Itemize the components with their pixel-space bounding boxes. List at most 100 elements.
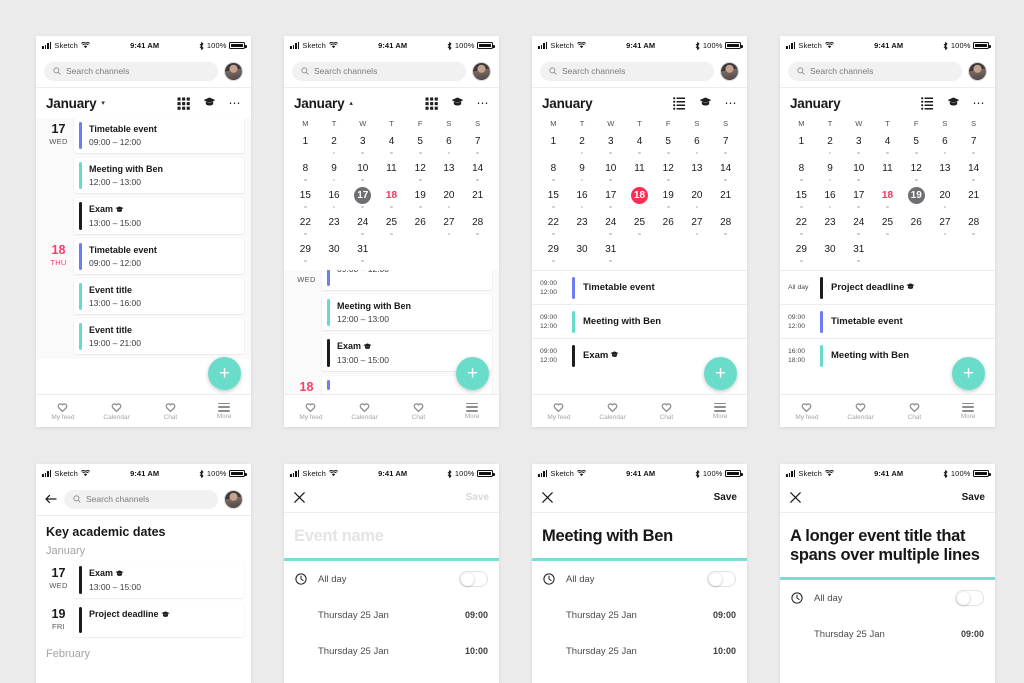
calendar-cell[interactable]: 3 xyxy=(844,133,873,158)
calendar-cell[interactable]: 9 xyxy=(816,160,845,185)
month-title[interactable]: January xyxy=(542,96,593,111)
calendar-cell[interactable]: 23 xyxy=(816,214,845,239)
calendar-cell[interactable]: 11 xyxy=(625,160,654,185)
calendar-cell[interactable]: 10 xyxy=(844,160,873,185)
search-input[interactable]: Search channels xyxy=(540,61,714,81)
month-title[interactable]: January xyxy=(294,96,345,111)
calendar-cell[interactable]: 16 xyxy=(816,187,845,212)
all-day-row[interactable]: All day xyxy=(780,580,995,616)
calendar-cell[interactable]: 19 xyxy=(902,187,931,212)
calendar-cell[interactable]: 1 xyxy=(291,133,320,158)
close-icon[interactable] xyxy=(542,492,553,503)
avatar[interactable] xyxy=(720,61,739,81)
calendar-cell[interactable]: 13 xyxy=(931,160,960,185)
calendar-cell[interactable]: 6 xyxy=(931,133,960,158)
tab-chat[interactable]: Chat xyxy=(640,402,694,421)
calendar-cell[interactable]: 10 xyxy=(596,160,625,185)
calendar-cell[interactable]: 24 xyxy=(844,214,873,239)
calendar-cell[interactable]: 26 xyxy=(902,214,931,239)
calendar-cell[interactable]: 5 xyxy=(654,133,683,158)
calendar-cell[interactable]: 19 xyxy=(654,187,683,212)
calendar-cell[interactable]: 12 xyxy=(654,160,683,185)
calendar-cell[interactable]: 25 xyxy=(625,214,654,239)
calendar-cell[interactable]: 10 xyxy=(348,160,377,185)
calendar-cell[interactable]: 24 xyxy=(596,214,625,239)
calendar-cell[interactable]: 21 xyxy=(959,187,988,212)
tab-more[interactable]: More xyxy=(197,402,251,420)
calendar-cell[interactable]: 31 xyxy=(596,241,625,266)
search-input[interactable]: Search channels xyxy=(44,61,218,81)
all-day-row[interactable]: All day xyxy=(284,561,499,597)
save-button[interactable]: Save xyxy=(466,492,489,503)
calendar-cell[interactable]: 26 xyxy=(654,214,683,239)
calendar-cell[interactable]: 3 xyxy=(348,133,377,158)
tab-chat[interactable]: Chat xyxy=(144,402,198,421)
add-event-fab[interactable]: + xyxy=(952,357,985,390)
calendar-cell[interactable]: 23 xyxy=(320,214,349,239)
tab-calendar[interactable]: Calendar xyxy=(834,402,888,421)
calendar-cell[interactable]: 28 xyxy=(711,214,740,239)
tab-calendar[interactable]: Calendar xyxy=(90,402,144,421)
event-card[interactable]: Timetable event 09:00 – 12:00 xyxy=(74,118,244,153)
calendar-cell[interactable]: 27 xyxy=(683,214,712,239)
add-event-fab[interactable]: + xyxy=(456,357,489,390)
date-time-row[interactable]: Thursday 25 Jan 09:00 xyxy=(532,597,747,633)
calendar-cell[interactable]: 8 xyxy=(787,160,816,185)
calendar-cell[interactable]: 28 xyxy=(463,214,492,239)
month-title[interactable]: January xyxy=(790,96,841,111)
graduation-cap-button[interactable] xyxy=(699,94,712,112)
list-view-icon[interactable] xyxy=(672,96,686,110)
event-card[interactable]: 09:00 – 12:00 xyxy=(322,270,492,290)
tab-more[interactable]: More xyxy=(693,402,747,420)
calendar-cell[interactable]: 31 xyxy=(348,241,377,266)
save-button[interactable]: Save xyxy=(962,492,985,503)
event-title-field[interactable]: A longer event title that spans over mul… xyxy=(780,513,995,577)
event-card[interactable]: Meeting with Ben 12:00 – 13:00 xyxy=(322,295,492,330)
event-list-row[interactable]: 09:00 12:00 Timetable event xyxy=(780,304,995,338)
back-arrow-icon[interactable] xyxy=(44,492,58,506)
date-time-row[interactable]: Thursday 25 Jan 10:00 xyxy=(284,633,499,669)
calendar-cell[interactable]: 12 xyxy=(406,160,435,185)
calendar-cell[interactable]: 4 xyxy=(625,133,654,158)
calendar-cell[interactable]: 14 xyxy=(711,160,740,185)
tab-chat[interactable]: Chat xyxy=(392,402,446,421)
all-day-toggle[interactable] xyxy=(955,590,984,606)
add-event-fab[interactable]: + xyxy=(208,357,241,390)
date-time-row[interactable]: Thursday 25 Jan 09:00 xyxy=(284,597,499,633)
calendar-cell[interactable]: 12 xyxy=(902,160,931,185)
calendar-cell[interactable]: 17 xyxy=(596,187,625,212)
calendar-cell[interactable]: 29 xyxy=(539,241,568,266)
calendar-cell[interactable]: 9 xyxy=(568,160,597,185)
event-card[interactable]: Timetable event 09:00 – 12:00 xyxy=(74,239,244,274)
calendar-cell[interactable]: 17 xyxy=(844,187,873,212)
tab-calendar[interactable]: Calendar xyxy=(586,402,640,421)
calendar-cell[interactable]: 17 xyxy=(348,187,377,212)
all-day-toggle[interactable] xyxy=(459,571,488,587)
calendar-cell[interactable]: 30 xyxy=(816,241,845,266)
calendar-cell[interactable]: 6 xyxy=(435,133,464,158)
avatar[interactable] xyxy=(472,61,491,81)
avatar[interactable] xyxy=(968,61,987,81)
calendar-cell[interactable]: 13 xyxy=(435,160,464,185)
event-card[interactable]: Exam 13:00 – 15:00 xyxy=(74,562,244,598)
calendar-cell[interactable]: 5 xyxy=(406,133,435,158)
more-icon[interactable]: ⋯ xyxy=(973,97,986,109)
add-event-fab[interactable]: + xyxy=(704,357,737,390)
calendar-cell[interactable]: 24 xyxy=(348,214,377,239)
more-icon[interactable]: ⋯ xyxy=(725,97,738,109)
calendar-cell[interactable]: 7 xyxy=(711,133,740,158)
event-list-row[interactable]: 09:00 12:00 Meeting with Ben xyxy=(532,304,747,338)
avatar[interactable] xyxy=(224,489,243,509)
calendar-cell[interactable]: 26 xyxy=(406,214,435,239)
all-day-row[interactable]: All day xyxy=(532,561,747,597)
calendar-cell[interactable]: 21 xyxy=(711,187,740,212)
calendar-cell[interactable]: 29 xyxy=(291,241,320,266)
calendar-cell[interactable]: 15 xyxy=(539,187,568,212)
save-button[interactable]: Save xyxy=(714,492,737,503)
calendar-cell[interactable]: 14 xyxy=(959,160,988,185)
calendar-cell[interactable]: 28 xyxy=(959,214,988,239)
calendar-cell[interactable]: 20 xyxy=(683,187,712,212)
more-icon[interactable]: ⋯ xyxy=(477,97,490,109)
calendar-cell[interactable]: 2 xyxy=(816,133,845,158)
list-view-icon[interactable] xyxy=(920,96,934,110)
